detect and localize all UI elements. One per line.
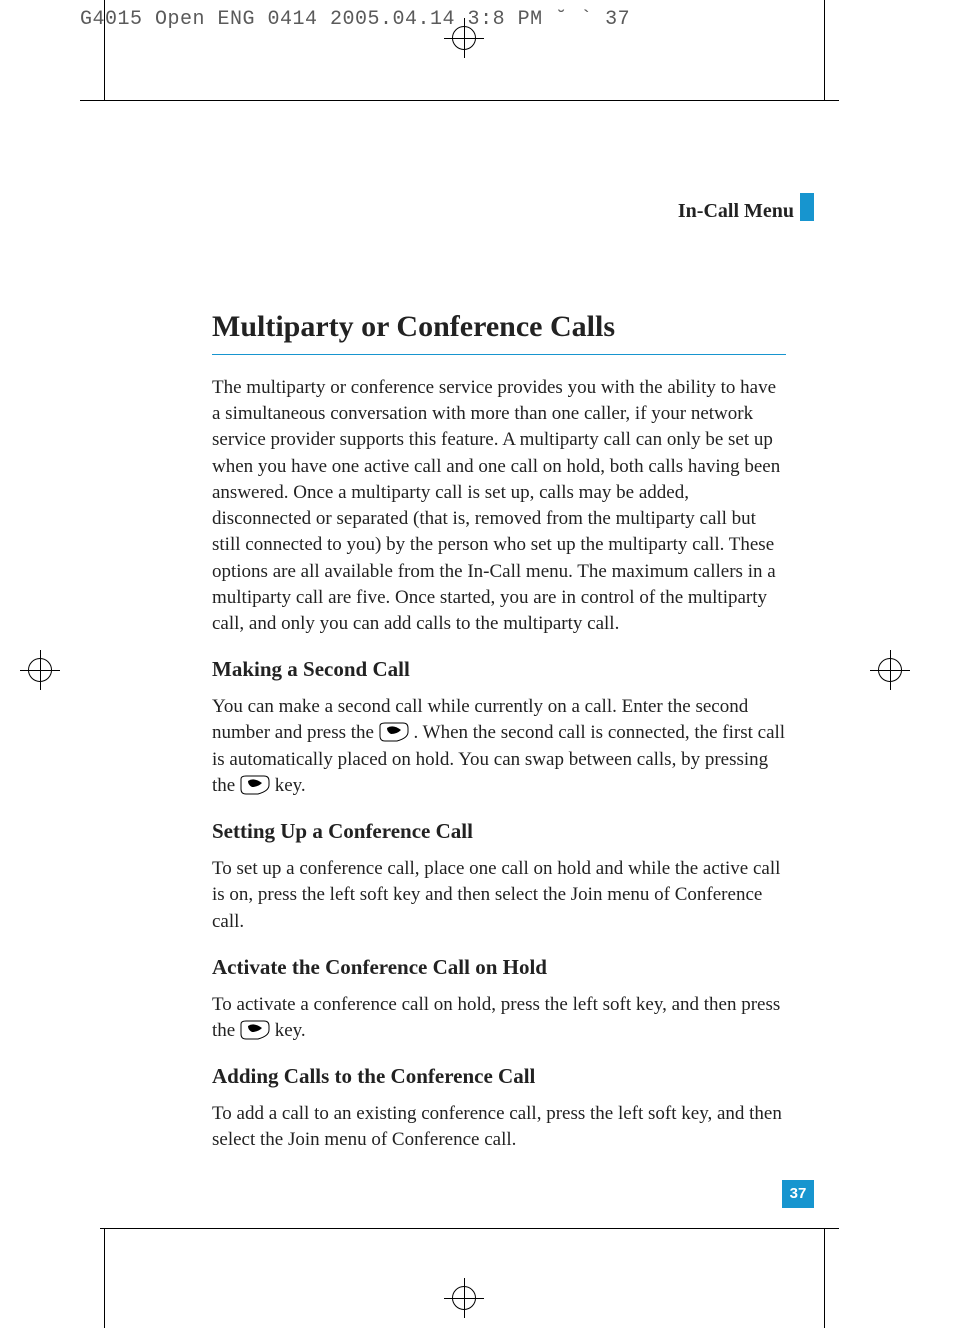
running-header: In-Call Menu bbox=[678, 200, 794, 223]
send-key-icon bbox=[379, 722, 409, 742]
proof-header-text: G4015 Open ENG 0414 2005.04.14 3:8 PM ˘ … bbox=[80, 8, 630, 31]
page-title: Multiparty or Conference Calls bbox=[212, 310, 786, 355]
crop-mark-bottom-right-v bbox=[824, 1228, 825, 1328]
crop-mark-top-left-v bbox=[104, 0, 105, 100]
crop-mark-top-right-v bbox=[824, 0, 825, 100]
section-heading-activate: Activate the Conference Call on Hold bbox=[212, 955, 786, 980]
s1-text-c: key. bbox=[275, 775, 306, 796]
s3-text-b: key. bbox=[275, 1020, 306, 1041]
intro-paragraph: The multiparty or conference service pro… bbox=[212, 375, 786, 637]
section-heading-making-second-call: Making a Second Call bbox=[212, 657, 786, 682]
running-header-accent bbox=[800, 193, 814, 221]
registration-mark-right bbox=[870, 650, 910, 690]
section-heading-adding-calls: Adding Calls to the Conference Call bbox=[212, 1064, 786, 1089]
registration-mark-top bbox=[444, 18, 484, 58]
crop-mark-bottom bbox=[100, 1228, 839, 1229]
crop-mark-top bbox=[80, 100, 839, 101]
section-heading-setting-up: Setting Up a Conference Call bbox=[212, 819, 786, 844]
registration-mark-left bbox=[20, 650, 60, 690]
section-body-setting-up: To set up a conference call, place one c… bbox=[212, 856, 786, 935]
page-number: 37 bbox=[782, 1180, 814, 1208]
send-key-icon bbox=[240, 1020, 270, 1040]
section-body-adding-calls: To add a call to an existing conference … bbox=[212, 1101, 786, 1153]
page-content: Multiparty or Conference Calls The multi… bbox=[212, 310, 786, 1174]
section-body-making-second-call: You can make a second call while current… bbox=[212, 694, 786, 799]
send-key-icon bbox=[240, 775, 270, 795]
crop-mark-bottom-left-v bbox=[104, 1228, 105, 1328]
registration-mark-bottom bbox=[444, 1278, 484, 1318]
section-body-activate: To activate a conference call on hold, p… bbox=[212, 992, 786, 1044]
